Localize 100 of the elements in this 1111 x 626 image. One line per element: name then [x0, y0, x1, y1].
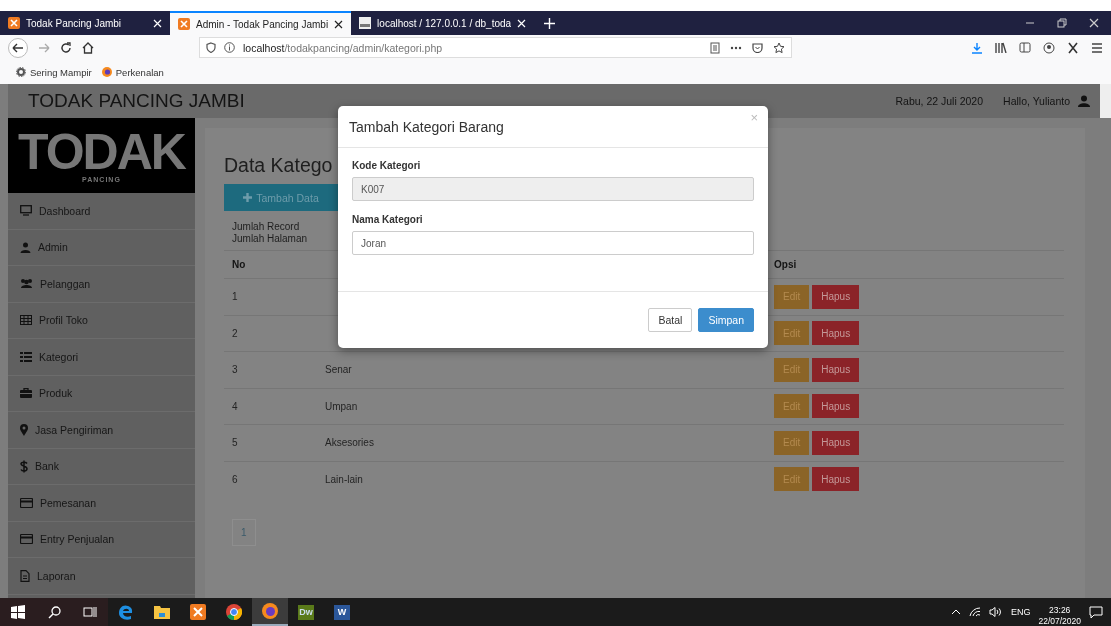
xampp-icon: [8, 17, 20, 29]
table-cell-text: 5: [231, 437, 239, 449]
page-title: Data Katego: [224, 153, 333, 178]
user-greeting[interactable]: Hallo, Yulianto: [1003, 95, 1090, 107]
table-icon: [20, 315, 32, 326]
close-icon[interactable]: [1089, 18, 1099, 28]
shield-icon: [206, 42, 216, 53]
map-pin-icon: [20, 423, 28, 436]
table-cell-text: 3: [231, 364, 239, 376]
x-mark-icon[interactable]: [1067, 41, 1079, 54]
sidebar-item[interactable]: Jasa Pengiriman: [8, 412, 195, 449]
dialog-title: Tambah Kategori Barang: [349, 118, 504, 135]
date-text: Rabu, 22 Juli 2020: [895, 95, 984, 107]
monitor-icon: [20, 205, 32, 217]
sidebar-item[interactable]: Admin: [8, 229, 195, 266]
xampp-icon: [178, 18, 190, 30]
restore-icon[interactable]: [1057, 18, 1067, 28]
field-label: Nama Kategori: [352, 214, 424, 225]
sidebar-icon[interactable]: [1019, 42, 1031, 53]
add-data-button[interactable]: Tambah Data: [224, 184, 338, 211]
home-icon[interactable]: [82, 41, 94, 54]
sidebar-item[interactable]: Laporan: [8, 558, 195, 595]
close-icon: [517, 18, 527, 28]
taskbar-app[interactable]: Dw: [288, 598, 324, 626]
database-page-icon: [359, 17, 372, 29]
notification-icon[interactable]: [1089, 605, 1103, 619]
new-tab-icon[interactable]: [544, 17, 556, 29]
bookmark-link[interactable]: Perkenalan: [101, 66, 164, 78]
sidebar-item[interactable]: Pemesanan: [8, 485, 195, 522]
star-icon[interactable]: [773, 41, 785, 54]
download-icon[interactable]: [971, 41, 983, 54]
folder-icon[interactable]: [154, 605, 170, 619]
windows-icon[interactable]: [11, 605, 25, 619]
bookmark-link[interactable]: Sering Mampir: [16, 66, 92, 78]
logo-text: TODAK: [18, 128, 185, 176]
delete-button[interactable]: Hapus: [812, 321, 860, 346]
taskbar-app[interactable]: W: [324, 598, 360, 626]
language-indicator[interactable]: ENG: [1010, 607, 1031, 617]
field-label: Kode Kategori: [352, 160, 422, 171]
account-icon[interactable]: [1043, 41, 1055, 54]
wifi-icon[interactable]: [968, 607, 981, 617]
scrollbar[interactable]: [1100, 84, 1111, 118]
reload-icon[interactable]: [60, 41, 72, 54]
column-header: No: [231, 259, 247, 270]
sidebar-item[interactable]: Profil Toko: [8, 302, 195, 339]
chrome-icon[interactable]: [226, 604, 242, 620]
gear-icon: [16, 67, 26, 77]
sidebar-item[interactable]: Bank: [8, 448, 195, 485]
back-icon[interactable]: [8, 37, 28, 58]
delete-button[interactable]: Hapus: [812, 430, 860, 455]
edge-icon[interactable]: [118, 604, 134, 620]
user-icon: [20, 241, 31, 253]
table-cell-text: 4: [231, 400, 239, 412]
browser-tab[interactable]: localhost / 127.0.0.1 / db_toda: [351, 11, 535, 35]
table-cell-text: 2: [231, 327, 239, 339]
sidebar-item[interactable]: Pelanggan: [8, 266, 195, 303]
firefox-icon[interactable]: [262, 603, 278, 619]
dollar-icon: [20, 459, 28, 473]
table-cell: Lain-lain: [325, 473, 363, 485]
table-cell: Umpan: [325, 400, 358, 412]
sidebar-item[interactable]: Dashboard: [8, 193, 195, 230]
word-icon[interactable]: W: [334, 604, 350, 620]
more-icon[interactable]: [730, 45, 742, 50]
page-link[interactable]: 1: [232, 519, 256, 546]
stat-label: Jumlah Halaman: [232, 233, 309, 245]
address-bar[interactable]: localhost/todakpancing/admin/kategori.php: [199, 37, 792, 58]
search-icon[interactable]: [47, 605, 61, 619]
table-cell: Aksesories: [325, 437, 374, 449]
text-field[interactable]: Joran: [352, 231, 754, 255]
delete-button[interactable]: Hapus: [812, 467, 860, 492]
sidebar-item[interactable]: Entry Penjualan: [8, 521, 195, 558]
sidebar-item[interactable]: Produk: [8, 375, 195, 412]
dreamweaver-icon[interactable]: Dw: [298, 604, 314, 620]
pocket-icon[interactable]: [752, 42, 763, 53]
volume-icon[interactable]: [988, 607, 1003, 617]
close-button[interactable]: ×: [750, 110, 758, 125]
delete-button[interactable]: Hapus: [812, 394, 860, 419]
reader-view-icon[interactable]: [710, 41, 720, 54]
cancel-button[interactable]: Batal: [648, 308, 693, 332]
delete-button[interactable]: Hapus: [812, 357, 860, 382]
firefox-icon: [101, 67, 112, 77]
menu-icon[interactable]: [1091, 42, 1103, 53]
user-icon: [1078, 95, 1090, 107]
xampp-icon[interactable]: [190, 604, 206, 620]
browser-tab[interactable]: Admin - Todak Pancing Jambi: [170, 11, 352, 35]
delete-button[interactable]: Hapus: [812, 284, 860, 309]
task-view-icon[interactable]: [83, 606, 97, 618]
clock[interactable]: 23:26 22/07/2020: [1038, 597, 1081, 626]
save-button[interactable]: Simpan: [698, 308, 754, 332]
library-icon[interactable]: [995, 42, 1007, 53]
sidebar-item[interactable]: Kategori: [8, 339, 195, 376]
column-header: Opsi: [774, 259, 797, 270]
briefcase-icon: [20, 388, 32, 399]
close-icon: [153, 18, 162, 28]
chevron-up-icon[interactable]: [950, 609, 961, 615]
table-cell-text: 1: [231, 291, 239, 303]
stat-label: Jumlah Record: [232, 221, 301, 233]
document-icon: [20, 569, 30, 582]
browser-tab[interactable]: Todak Pancing Jambi: [0, 11, 170, 35]
close-icon: [334, 19, 344, 29]
